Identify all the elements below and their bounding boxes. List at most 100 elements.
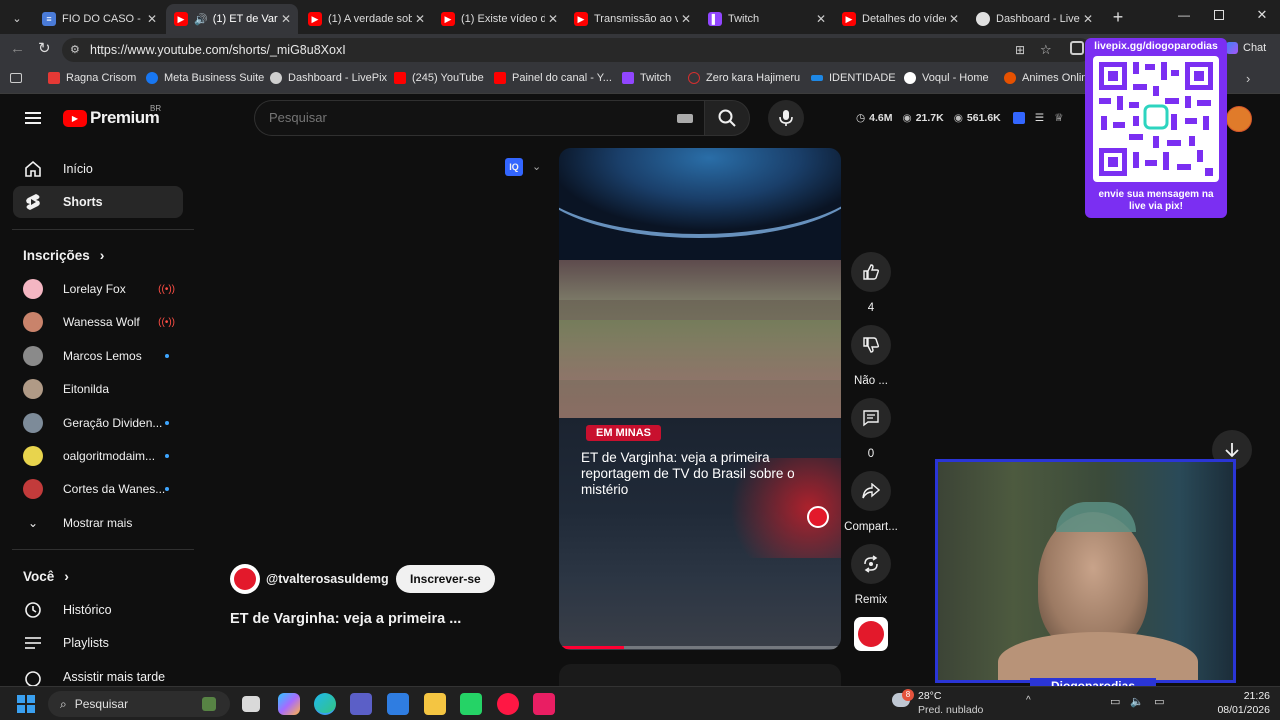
tray-chevron-icon[interactable]: ^ xyxy=(1026,695,1031,706)
bookmark-star-icon[interactable]: ☆ xyxy=(1040,38,1052,62)
whatsapp-icon[interactable] xyxy=(460,693,482,715)
share-button[interactable]: Compart... xyxy=(844,471,898,533)
comment-button[interactable]: 0 xyxy=(851,398,891,460)
reload-icon[interactable]: ↻ xyxy=(38,39,51,57)
file-explorer-icon[interactable] xyxy=(424,693,446,715)
tab-existe-video[interactable]: ▶ (1) Existe vídeo do ✕ xyxy=(433,4,565,34)
voice-search-button[interactable] xyxy=(768,100,804,136)
bookmark-dashboard-livepix[interactable]: Dashboard - LivePix xyxy=(270,72,387,84)
trophy-icon[interactable]: ♕ xyxy=(1054,112,1063,124)
subscription-item[interactable]: Wanessa Wolf ((•)) xyxy=(23,310,183,334)
site-info-icon[interactable]: ⚙ xyxy=(70,38,80,62)
keyboard-icon[interactable] xyxy=(677,114,693,123)
like-button[interactable]: 4 xyxy=(851,252,891,314)
battery-icon[interactable]: ▭ xyxy=(1154,695,1164,708)
close-tab-icon[interactable]: ✕ xyxy=(1080,12,1096,26)
subscription-item[interactable]: Lorelay Fox ((•)) xyxy=(23,277,183,301)
bookmark-zero-kara[interactable]: Zero kara Hajimeru xyxy=(688,72,800,84)
close-tab-icon[interactable]: ✕ xyxy=(545,12,561,26)
tab-dashboard-livepix[interactable]: Dashboard - LiveP ✕ xyxy=(968,4,1100,34)
list-icon[interactable]: ☰ xyxy=(1035,112,1044,124)
install-app-icon[interactable]: ⊞ xyxy=(1015,38,1025,62)
back-icon[interactable]: ← xyxy=(10,40,25,57)
subscription-item[interactable]: Eitonilda xyxy=(23,377,183,401)
speaker-icon[interactable]: 🔊 xyxy=(194,13,208,26)
subscription-item[interactable]: Marcos Lemos xyxy=(23,344,183,368)
youtube-logo[interactable]: ▶ Premium BR xyxy=(63,104,161,128)
bookmark-voqul[interactable]: Voqul - Home xyxy=(904,72,989,84)
chevron-down-icon[interactable]: ⌄ xyxy=(532,160,541,173)
opera-gx-icon[interactable] xyxy=(497,693,519,715)
close-tab-icon[interactable]: ✕ xyxy=(412,12,428,26)
dislike-button[interactable]: Não ... xyxy=(851,325,891,387)
tab-et-de-varginha[interactable]: ▶ 🔊 (1) ET de Vargi ✕ xyxy=(166,4,298,34)
search-box[interactable] xyxy=(254,100,704,136)
sidebar-item-shorts[interactable]: Shorts xyxy=(13,186,183,218)
channel-avatar[interactable] xyxy=(230,564,260,594)
streaming-app-icon[interactable] xyxy=(533,693,555,715)
tab-twitch[interactable]: ▌ Twitch ✕ xyxy=(700,4,833,34)
show-more-button[interactable]: ⌄ Mostrar mais xyxy=(23,511,183,535)
sidebar-item-historico[interactable]: Histórico xyxy=(13,594,183,626)
bookmark-painel-canal[interactable]: Painel do canal - Y... xyxy=(494,72,612,84)
subscriptions-header[interactable]: Inscrições › xyxy=(23,247,104,263)
chat-button[interactable]: Chat xyxy=(1226,42,1266,54)
copilot-icon[interactable] xyxy=(278,693,300,715)
volume-icon[interactable]: 🔈 xyxy=(1130,695,1144,708)
tab-fio-do-caso[interactable]: ≡ FIO DO CASO - Goo ✕ xyxy=(34,4,164,34)
taskbar-search[interactable]: ⌕ Pesquisar xyxy=(48,691,230,717)
network-icon[interactable]: ▭ xyxy=(1110,695,1120,708)
subscription-item[interactable]: Geração Dividen... xyxy=(23,411,183,435)
menu-icon[interactable] xyxy=(25,112,41,124)
account-avatar[interactable] xyxy=(1226,106,1252,132)
remix-button[interactable]: Remix xyxy=(851,544,891,606)
maximize-button[interactable] xyxy=(1214,10,1224,20)
bookmark-ragna-crisom[interactable]: Ragna Crisom xyxy=(48,72,136,84)
subscribe-button[interactable]: Inscrever-se xyxy=(396,565,495,593)
close-tab-icon[interactable]: ✕ xyxy=(678,12,694,26)
bookmark-identidade[interactable]: IDENTIDADE xyxy=(811,72,896,84)
close-tab-icon[interactable]: ✕ xyxy=(946,12,962,26)
search-button[interactable] xyxy=(704,100,750,136)
subscription-item[interactable]: oalgoritmodaim... xyxy=(23,444,183,468)
channel-handle[interactable]: @tvalterosasuldemg xyxy=(266,572,389,586)
search-input[interactable] xyxy=(269,110,649,125)
new-tab-button[interactable]: + xyxy=(1108,6,1128,28)
edge-icon[interactable] xyxy=(314,693,336,715)
bookmark-meta-business[interactable]: Meta Business Suite xyxy=(146,72,264,84)
tab-a-verdade[interactable]: ▶ (1) A verdade sobre ✕ xyxy=(300,4,432,34)
sidebar-item-inicio[interactable]: Início xyxy=(13,153,183,185)
teams-icon[interactable] xyxy=(350,693,372,715)
vidiq-icon[interactable] xyxy=(1012,112,1025,124)
subscription-item[interactable]: Cortes da Wanes... xyxy=(23,477,183,501)
progress-track[interactable] xyxy=(559,646,841,649)
extensions-icon[interactable] xyxy=(1070,41,1084,55)
task-view-icon[interactable] xyxy=(242,696,260,712)
vidiq-icon[interactable]: IQ xyxy=(505,158,523,176)
windows-start-icon[interactable] xyxy=(17,695,35,713)
next-short-preview[interactable] xyxy=(559,664,841,686)
bookmark-twitch[interactable]: Twitch xyxy=(622,72,671,84)
address-bar[interactable]: ⚙ https://www.youtube.com/shorts/_miG8u8… xyxy=(62,38,1092,62)
reading-list-icon[interactable] xyxy=(10,73,22,83)
clock[interactable]: 21:26 08/01/2026 xyxy=(1208,689,1270,717)
close-tab-icon[interactable]: ✕ xyxy=(278,12,294,26)
tab-detalhes[interactable]: ▶ Detalhes do vídeo ✕ xyxy=(834,4,966,34)
bookmark-youtube[interactable]: (245) YouTube xyxy=(394,72,484,84)
tab-search-icon[interactable]: ⌄ xyxy=(8,9,26,27)
minimize-button[interactable]: — xyxy=(1176,8,1192,24)
short-title[interactable]: ET de Varginha: veja a primeira ... xyxy=(230,611,461,627)
short-video-player[interactable]: EM MINAS ET de Varginha: veja a primeira… xyxy=(559,148,841,650)
close-tab-icon[interactable]: ✕ xyxy=(144,12,160,26)
chevron-right-icon[interactable]: › xyxy=(1246,71,1250,86)
you-header[interactable]: Você › xyxy=(23,568,69,584)
sound-source-thumbnail[interactable] xyxy=(854,617,888,651)
sidebar-item-playlists[interactable]: Playlists xyxy=(13,627,183,659)
weather-widget[interactable]: 8 28°C Pred. nublado xyxy=(892,689,1002,719)
bookmark-animes-online[interactable]: Animes Online xyxy=(1004,72,1094,84)
tab-transmissao[interactable]: ▶ Transmissão ao vivo ✕ xyxy=(566,4,698,34)
close-tab-icon[interactable]: ✕ xyxy=(813,12,829,26)
sidebar-item-assistir-mais-tarde[interactable]: Assistir mais tarde xyxy=(13,660,183,686)
close-window-button[interactable]: ✕ xyxy=(1254,7,1270,23)
store-icon[interactable] xyxy=(387,693,409,715)
